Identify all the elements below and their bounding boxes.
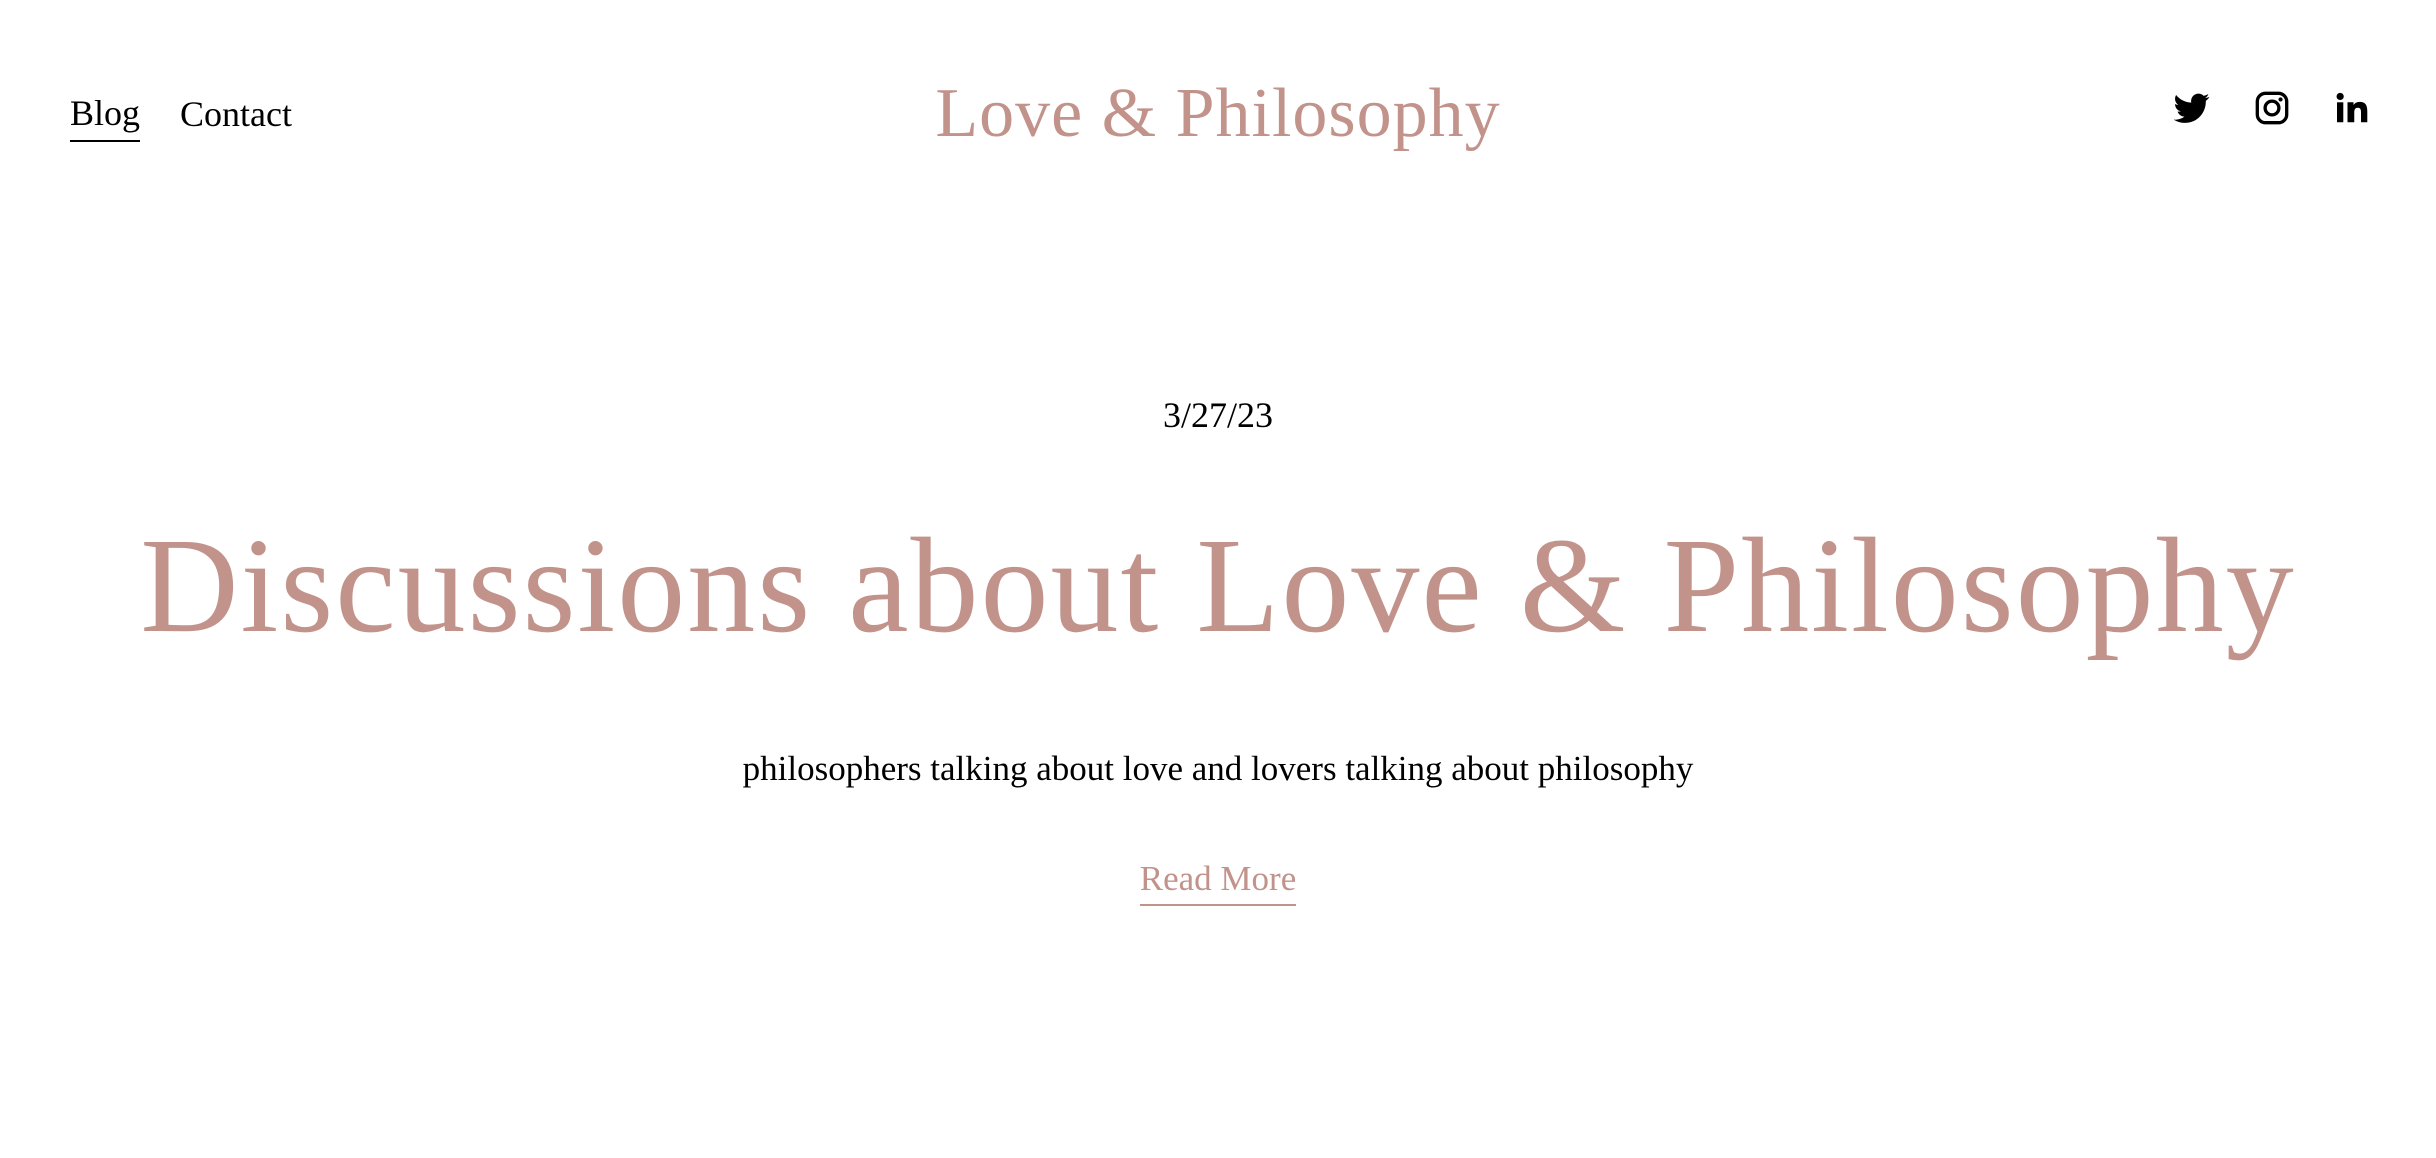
linkedin-icon[interactable] bbox=[2334, 90, 2370, 126]
hero-headline: Discussions about Love & Philosophy bbox=[140, 511, 2296, 661]
instagram-icon[interactable] bbox=[2254, 90, 2290, 126]
site-title[interactable]: Love & Philosophy bbox=[935, 75, 1500, 152]
site-header: Blog Contact Love & Philosophy bbox=[0, 0, 2436, 230]
read-more-container: Read More bbox=[0, 854, 2436, 906]
social-links bbox=[2174, 90, 2370, 126]
site-title-link[interactable]: Love & Philosophy bbox=[0, 66, 2436, 162]
twitter-icon[interactable] bbox=[2174, 90, 2210, 126]
hero-section: 3/27/23 Discussions about Love & Philoso… bbox=[0, 390, 2436, 906]
post-date: 3/27/23 bbox=[1162, 395, 1273, 435]
read-more-link[interactable]: Read More bbox=[1139, 854, 1297, 906]
hero-subtitle: philosophers talking about love and love… bbox=[742, 749, 1694, 788]
